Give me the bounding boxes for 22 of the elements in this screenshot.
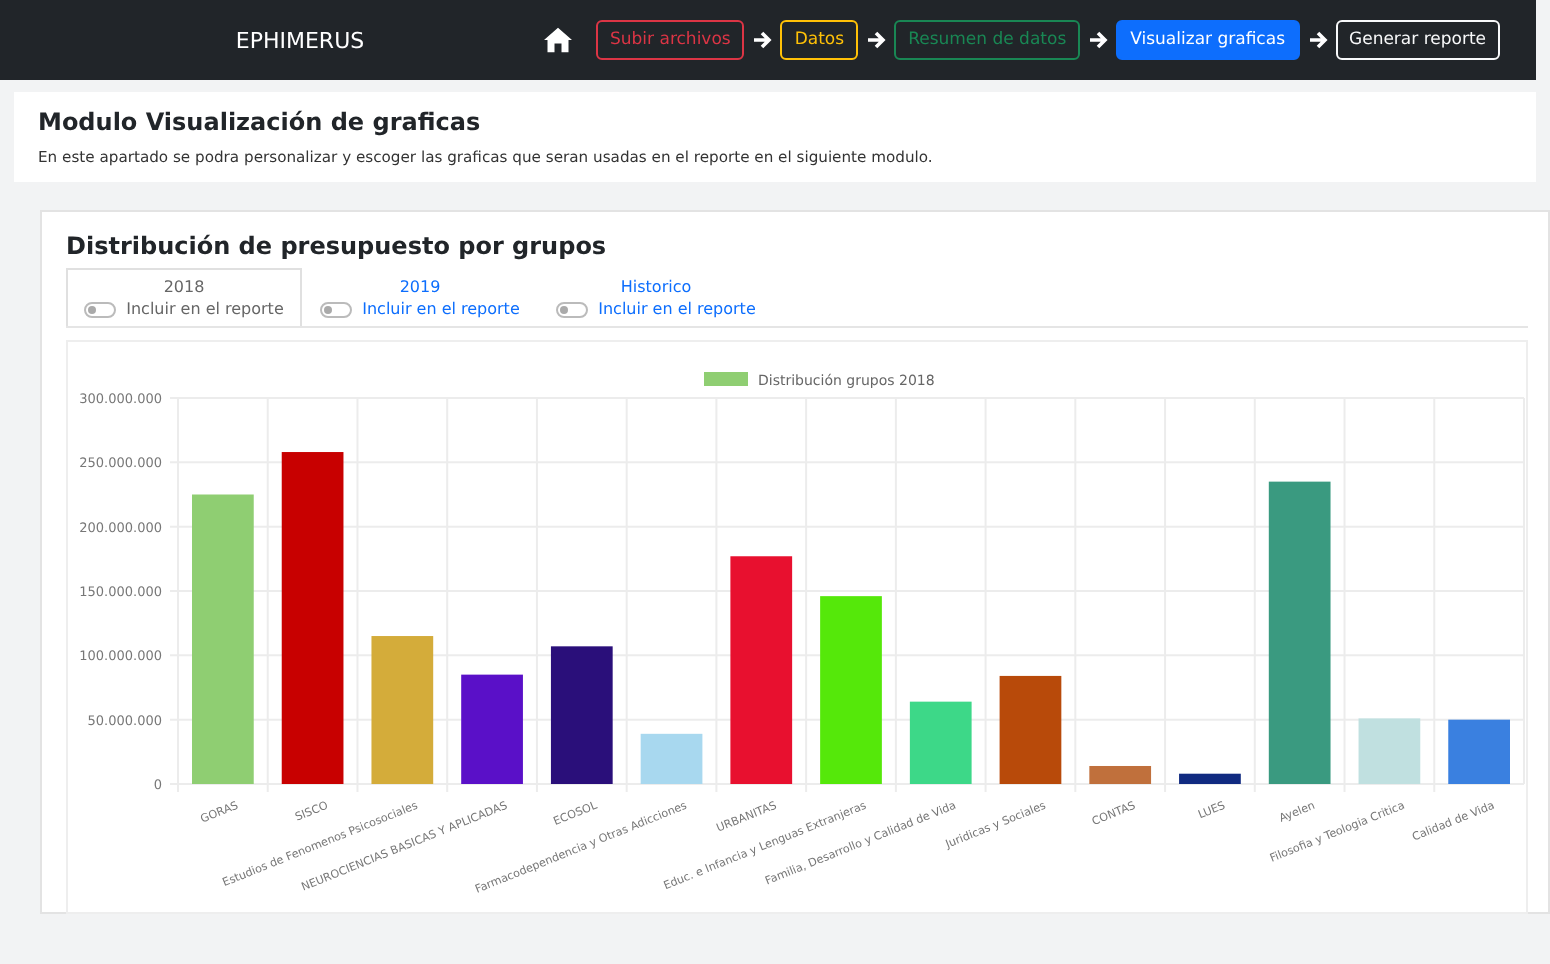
step-button[interactable]: Subir archivos [596, 20, 745, 60]
year-tab[interactable]: 2019 Incluir en el reporte [302, 268, 538, 326]
toggle-switch[interactable] [320, 301, 353, 317]
year-tab[interactable]: Historico Incluir en el reporte [538, 268, 774, 326]
toggle-label: Incluir en el reporte [362, 300, 520, 318]
arrow-icon [866, 30, 887, 50]
arrow-icon [1307, 30, 1327, 50]
page-title: Modulo Visualización de graficas [38, 108, 483, 136]
arrow-icon [752, 30, 773, 50]
brand-name: EPHIMERUS [233, 27, 367, 53]
year-tab[interactable]: 2018 Incluir en el reporte [66, 268, 302, 326]
step-button[interactable]: Generar reporte [1335, 20, 1501, 60]
toggle-switch[interactable] [84, 301, 117, 317]
toggle-switch[interactable] [556, 301, 589, 317]
step-button[interactable]: Datos [780, 20, 859, 60]
home-icon[interactable] [544, 26, 572, 54]
step-button[interactable]: Resumen de datos [894, 20, 1081, 60]
toggle-label: Incluir en el reporte [598, 300, 756, 318]
toggle-label: Incluir en el reporte [126, 300, 284, 318]
step-button[interactable]: Visualizar graficas [1116, 20, 1299, 60]
arrow-icon [1088, 30, 1109, 50]
card-title: Distribución de presupuesto por grupos [66, 232, 609, 260]
